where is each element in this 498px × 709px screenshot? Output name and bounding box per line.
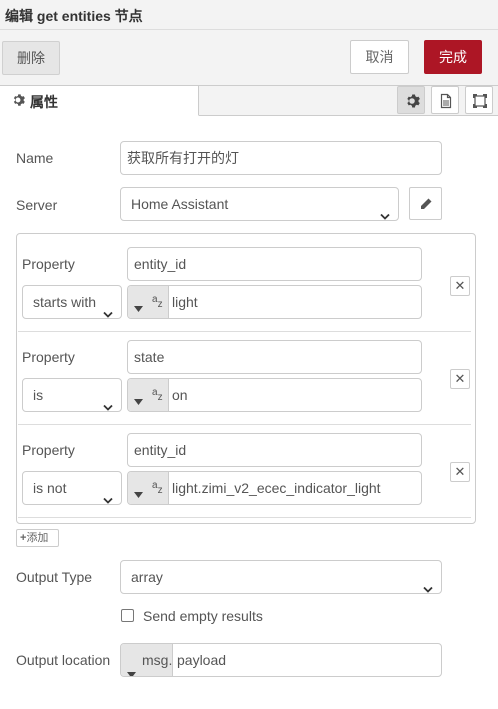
rule-property-input[interactable]: state <box>127 340 422 374</box>
rule-operator-value: is <box>33 387 44 403</box>
rule-operator-select[interactable]: starts with <box>22 285 122 319</box>
value-type-selector[interactable]: az <box>128 379 169 411</box>
location-type-selector[interactable]: msg. <box>121 644 173 676</box>
output-type-select[interactable]: array <box>120 560 442 594</box>
rule-value-text: light <box>172 294 198 310</box>
cancel-button[interactable]: 取消 <box>350 40 409 74</box>
output-type-label: Output Type <box>16 569 93 585</box>
rule-operator-select[interactable]: is <box>22 378 122 412</box>
send-empty-label: Send empty results <box>143 608 263 624</box>
caret-down-icon <box>127 657 136 676</box>
gear-icon <box>11 93 25 110</box>
string-type-icon: az <box>152 480 163 496</box>
close-icon: ✕ <box>454 278 466 293</box>
add-rule-label: 添加 <box>26 532 49 544</box>
rule-value-text: light.zimi_v2_ecec_indicator_light <box>172 480 381 496</box>
value-type-selector[interactable]: az <box>128 472 169 504</box>
name-input[interactable]: 获取所有打开的灯 <box>120 141 442 175</box>
chevron-down-icon <box>423 573 433 605</box>
server-select-value: Home Assistant <box>131 196 229 212</box>
output-type-value: array <box>131 569 163 585</box>
chevron-down-icon <box>380 200 390 232</box>
rule-value-input[interactable]: az light <box>127 285 422 319</box>
rule-property-input[interactable]: entity_id <box>127 247 422 281</box>
edit-server-button[interactable] <box>409 187 442 220</box>
string-type-icon: az <box>152 387 163 403</box>
chevron-down-icon <box>103 391 113 423</box>
caret-down-icon <box>134 299 143 315</box>
tray-header: 编辑 get entities 节点 <box>0 0 498 30</box>
divider <box>18 331 471 332</box>
rule-property-label: Property <box>22 256 75 272</box>
tab-bar: 属性 <box>0 86 498 116</box>
done-button[interactable]: 完成 <box>424 40 482 74</box>
chevron-down-icon <box>103 298 113 330</box>
tray-toolbar: 删除 取消 完成 <box>0 30 498 86</box>
tab-settings[interactable] <box>397 86 425 114</box>
rules-list: Property entity_id starts with az light … <box>16 233 476 524</box>
rule-property-label: Property <box>22 349 75 365</box>
delete-button[interactable]: 删除 <box>2 41 60 75</box>
rule-operator-value: starts with <box>33 294 97 310</box>
remove-rule-button[interactable]: ✕ <box>450 369 470 389</box>
rule-property-label: Property <box>22 442 75 458</box>
rule-property-input[interactable]: entity_id <box>127 433 422 467</box>
remove-rule-button[interactable]: ✕ <box>450 462 470 482</box>
divider <box>18 424 471 425</box>
server-select[interactable]: Home Assistant <box>120 187 399 221</box>
chevron-down-icon <box>103 484 113 516</box>
output-location-label: Output location <box>16 652 111 668</box>
dialog-title: 编辑 get entities 节点 <box>5 8 143 24</box>
rule-operator-select[interactable]: is not <box>22 471 122 505</box>
close-icon: ✕ <box>454 371 466 386</box>
name-label: Name <box>16 150 54 166</box>
tab-properties-label: 属性 <box>30 94 58 110</box>
rule-value-text: on <box>172 387 188 403</box>
server-label: Server <box>16 197 58 213</box>
rule-value-input[interactable]: az on <box>127 378 422 412</box>
string-type-icon: az <box>152 294 163 310</box>
close-icon: ✕ <box>454 464 466 479</box>
remove-rule-button[interactable]: ✕ <box>450 276 470 296</box>
caret-down-icon <box>134 392 143 408</box>
caret-down-icon <box>134 485 143 501</box>
add-rule-button[interactable]: +添加 <box>16 529 59 547</box>
value-type-selector[interactable]: az <box>128 286 169 318</box>
output-location-value: payload <box>177 652 227 668</box>
send-empty-checkbox[interactable] <box>121 609 134 622</box>
rule-operator-value: is not <box>33 480 67 496</box>
output-location-input[interactable]: msg. payload <box>120 643 442 677</box>
msg-prefix: msg. <box>142 652 173 668</box>
rule-value-input[interactable]: az light.zimi_v2_ecec_indicator_light <box>127 471 422 505</box>
tab-properties[interactable]: 属性 <box>0 86 199 116</box>
tab-appearance[interactable] <box>465 86 493 114</box>
divider <box>18 517 471 518</box>
tab-description[interactable] <box>431 86 459 114</box>
